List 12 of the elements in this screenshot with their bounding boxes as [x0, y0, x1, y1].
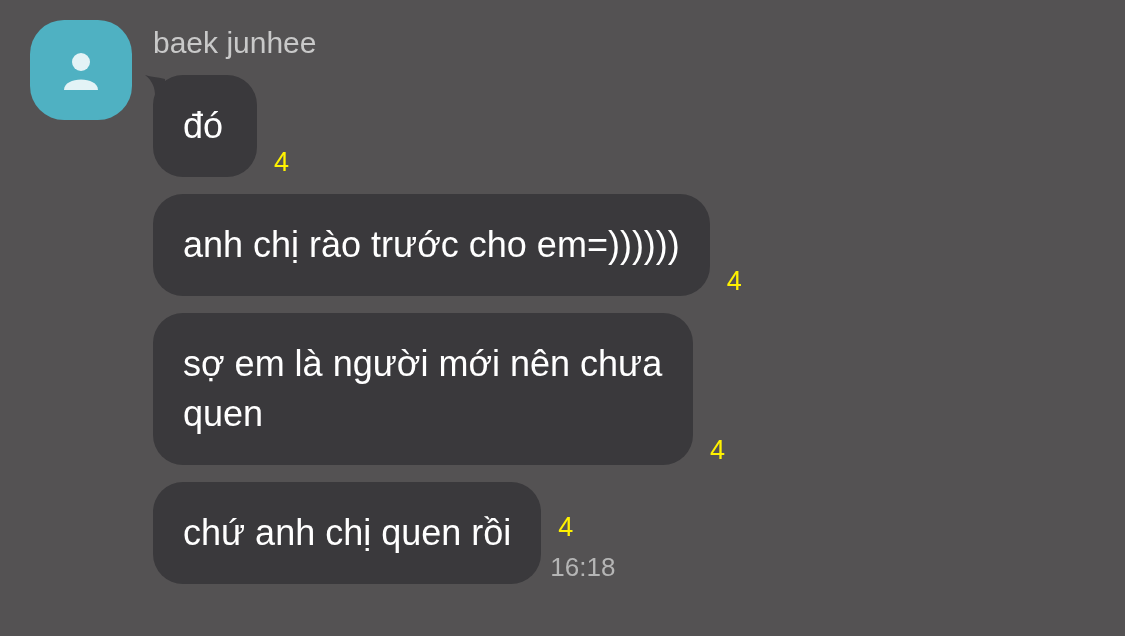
unread-count: 4 — [558, 512, 574, 542]
avatar[interactable] — [30, 20, 132, 120]
unread-count: 4 — [726, 266, 742, 296]
bubble-tail-icon — [145, 75, 165, 95]
unread-count: 4 — [710, 435, 726, 465]
message-bubble: sợ em là người mới nên chưa quen — [153, 313, 693, 465]
message-bubble: chứ anh chị quen rồi — [153, 482, 542, 584]
unread-count: 4 — [274, 147, 290, 177]
person-icon — [61, 50, 101, 90]
sender-name: baek junhee — [153, 25, 317, 61]
message-time: 16:18 — [550, 551, 616, 584]
message-bubble: anh chị rào trước cho em=)))))) — [153, 194, 710, 296]
